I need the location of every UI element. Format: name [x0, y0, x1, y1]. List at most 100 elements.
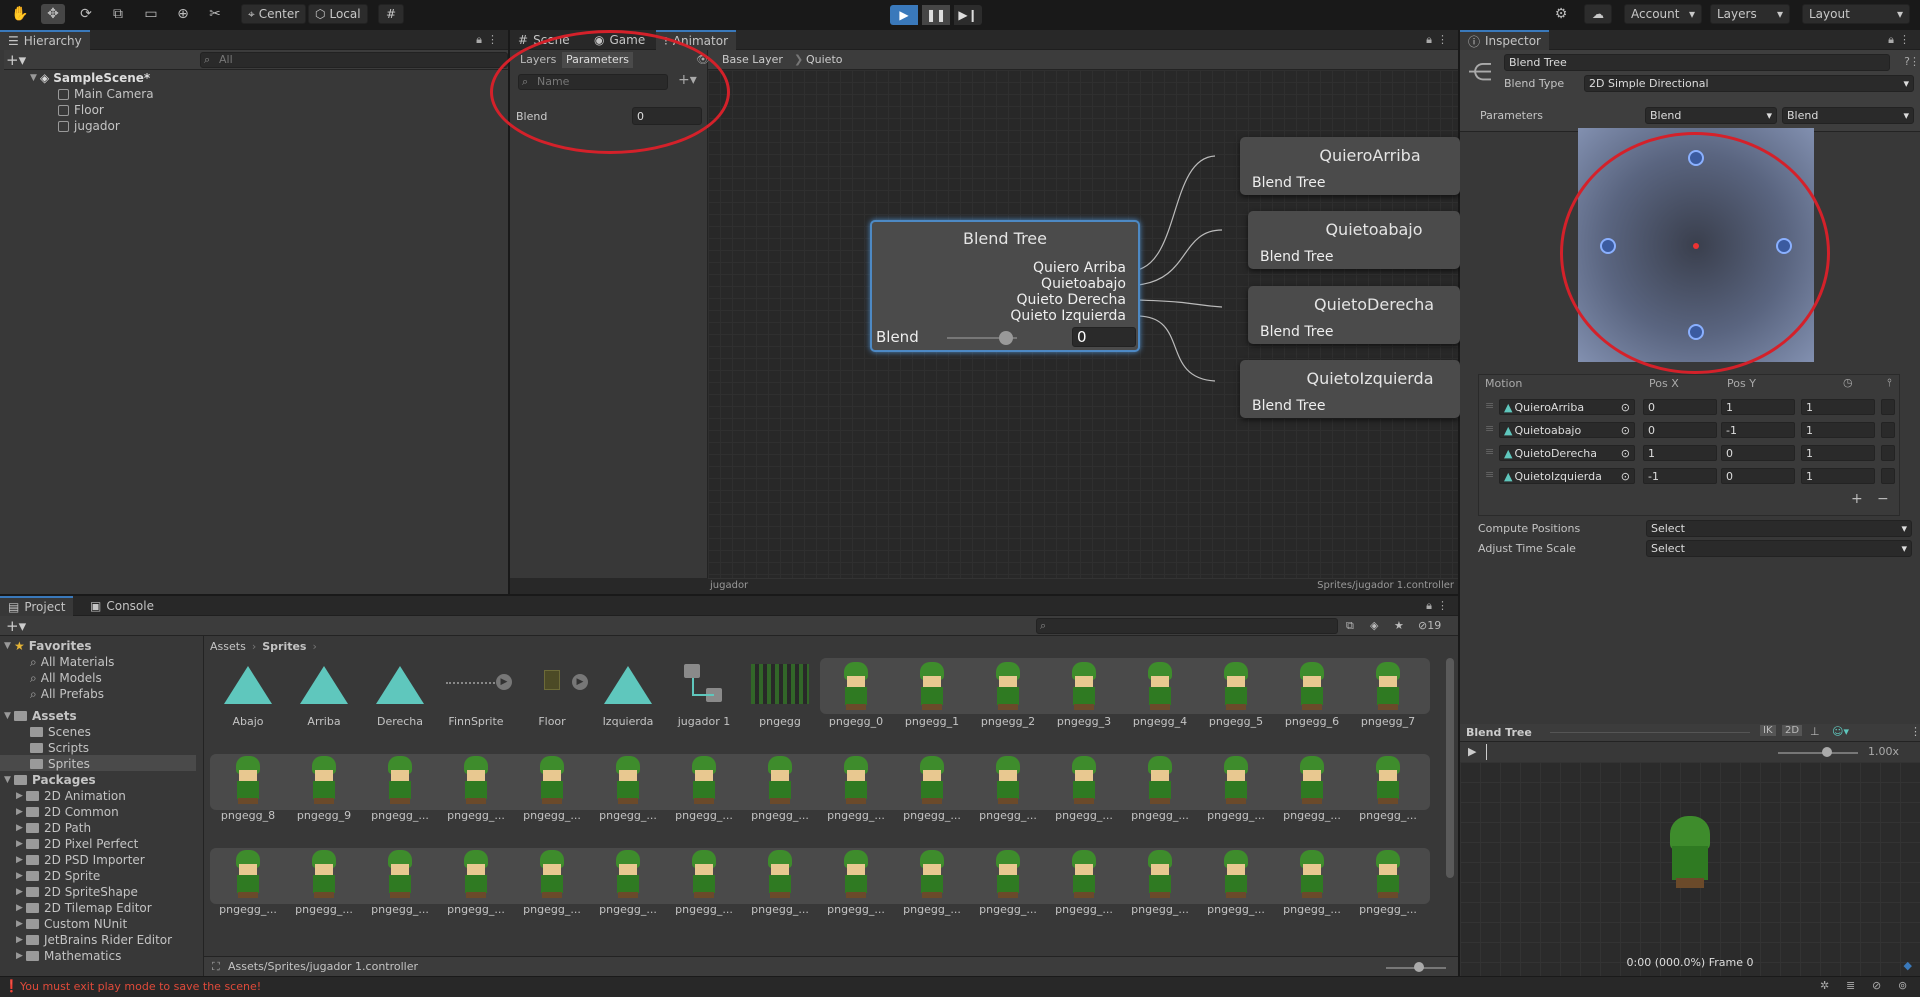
- package-item[interactable]: ▶ 2D SpriteShape: [16, 884, 138, 900]
- asset-item[interactable]: pngegg_...: [1122, 752, 1198, 822]
- speed-input[interactable]: 1: [1801, 468, 1875, 484]
- asset-item[interactable]: pngegg_...: [590, 752, 666, 822]
- timeline-cursor[interactable]: [1486, 744, 1487, 760]
- motion-field[interactable]: ▲ QuietoIzquierda ⊙: [1499, 468, 1635, 484]
- more-icon[interactable]: ⋮: [1909, 55, 1920, 68]
- asset-item[interactable]: pngegg_3: [1046, 658, 1122, 728]
- asset-item[interactable]: pngegg_...: [818, 752, 894, 822]
- table-row[interactable]: ≡ ▲ QuietoDerecha ⊙ 1 0 1: [1479, 443, 1899, 463]
- expand-arrow-icon[interactable]: ▶: [16, 855, 26, 865]
- cache-icon[interactable]: ≣: [1846, 979, 1855, 992]
- asset-item[interactable]: pngegg_6: [1274, 658, 1350, 728]
- param-x-dropdown[interactable]: Blend ▾: [1645, 107, 1777, 124]
- expand-icon[interactable]: ▶: [496, 674, 512, 690]
- asset-item[interactable]: Abajo: [210, 658, 286, 728]
- expand-icon[interactable]: ▶: [572, 674, 588, 690]
- posy-input[interactable]: 0: [1721, 468, 1795, 484]
- asset-item[interactable]: pngegg_0: [818, 658, 894, 728]
- favorite-item[interactable]: ⌕ All Models: [30, 670, 102, 686]
- package-item[interactable]: ▶ JetBrains Rider Editor: [16, 932, 172, 948]
- packages-row[interactable]: ▼ Packages: [4, 772, 96, 788]
- asset-item[interactable]: pngegg_...: [1350, 752, 1426, 822]
- asset-item[interactable]: pngegg_...: [1122, 846, 1198, 916]
- expand-arrow-icon[interactable]: ▼: [4, 775, 14, 785]
- asset-item[interactable]: jugador 1: [666, 658, 742, 728]
- posx-input[interactable]: -1: [1643, 468, 1717, 484]
- asset-item[interactable]: pngegg_...: [970, 846, 1046, 916]
- package-item[interactable]: ▶ 2D PSD Importer: [16, 852, 145, 868]
- table-row[interactable]: ≡ ▲ QuietoIzquierda ⊙ -1 0 1: [1479, 466, 1899, 486]
- icon-size-thumb[interactable]: [1414, 962, 1424, 972]
- more-icon[interactable]: ⋮: [1910, 725, 1920, 738]
- asset-item[interactable]: pngegg_...: [1046, 846, 1122, 916]
- compute-positions-dropdown[interactable]: Select ▾: [1646, 520, 1912, 537]
- tab-hierarchy[interactable]: ☰ Hierarchy: [0, 30, 90, 50]
- lock-icon[interactable]: 🔒︎: [1888, 33, 1894, 47]
- settings-icon[interactable]: ⚙: [1549, 4, 1573, 24]
- expand-arrow-icon[interactable]: ▶: [16, 791, 26, 801]
- list-item[interactable]: Floor: [58, 102, 104, 118]
- asset-item[interactable]: pngegg_...: [1046, 752, 1122, 822]
- layout-dropdown[interactable]: Layout ▾: [1802, 4, 1910, 24]
- scrollbar[interactable]: [1446, 658, 1454, 878]
- asset-item[interactable]: pngegg_...: [742, 752, 818, 822]
- list-item[interactable]: Main Camera: [58, 86, 154, 102]
- asset-item[interactable]: pngegg_...: [1350, 846, 1426, 916]
- remove-motion-icon[interactable]: −: [1877, 491, 1889, 507]
- asset-item[interactable]: pngegg_...: [210, 846, 286, 916]
- asset-item[interactable]: pngegg_...: [514, 752, 590, 822]
- param-y-dropdown[interactable]: Blend ▾: [1782, 107, 1914, 124]
- expand-arrow-icon[interactable]: ▶: [16, 823, 26, 833]
- transform-tool-icon[interactable]: ⊕: [171, 4, 195, 24]
- asset-item[interactable]: Izquierda: [590, 658, 666, 728]
- hidden-packages-icon[interactable]: ⊘19: [1418, 619, 1441, 632]
- mirror-checkbox[interactable]: [1881, 422, 1895, 438]
- asset-item[interactable]: pngegg_...: [742, 846, 818, 916]
- account-dropdown[interactable]: Account ▾: [1624, 4, 1702, 24]
- expand-arrow-icon[interactable]: ▼: [4, 641, 14, 651]
- drag-handle-icon[interactable]: ≡: [1485, 468, 1494, 481]
- 2d-button[interactable]: 2D: [1782, 725, 1803, 736]
- asset-item[interactable]: pngegg_...: [1198, 752, 1274, 822]
- expand-arrow-icon[interactable]: ▶: [16, 935, 26, 945]
- table-row[interactable]: ≡ ▲ Quietoabajo ⊙ 0 -1 1: [1479, 420, 1899, 440]
- asset-item[interactable]: pngegg_...: [666, 752, 742, 822]
- target-icon[interactable]: ⊙: [1621, 470, 1630, 483]
- pivot-icon[interactable]: ⊥: [1810, 725, 1820, 738]
- blend-tree-node[interactable]: Blend Tree Quiero Arriba Quietoabajo Qui…: [870, 220, 1140, 352]
- drag-handle-icon[interactable]: ≡: [1485, 445, 1494, 458]
- drag-handle-icon[interactable]: ≡: [1485, 399, 1494, 412]
- scene-row[interactable]: ▼ ◈ SampleScene*: [30, 70, 150, 86]
- drag-handle-icon[interactable]: ≡: [1485, 422, 1494, 435]
- mirror-checkbox[interactable]: [1881, 399, 1895, 415]
- asset-item[interactable]: pngegg_...: [286, 846, 362, 916]
- asset-item[interactable]: ▶ Floor: [514, 658, 590, 728]
- rect-tool-icon[interactable]: ▭: [139, 4, 163, 24]
- asset-item[interactable]: pngegg_4: [1122, 658, 1198, 728]
- folder-item[interactable]: Sprites: [30, 756, 90, 772]
- motion-node-quietoabajo[interactable]: Quietoabajo Blend Tree: [1248, 211, 1460, 269]
- asset-item[interactable]: pngegg_...: [970, 752, 1046, 822]
- asset-item[interactable]: pngegg_...: [1274, 846, 1350, 916]
- expand-arrow-icon[interactable]: ▼: [4, 711, 14, 721]
- filter-type-icon[interactable]: ⧉: [1346, 619, 1354, 633]
- assets-row[interactable]: ▼ Assets: [4, 708, 77, 724]
- asset-item[interactable]: pngegg_...: [894, 752, 970, 822]
- favorite-item[interactable]: ⌕ All Materials: [30, 654, 114, 670]
- favorite-item[interactable]: ⌕ All Prefabs: [30, 686, 104, 702]
- package-item[interactable]: ▶ 2D Path: [16, 820, 91, 836]
- posy-input[interactable]: -1: [1721, 422, 1795, 438]
- target-icon[interactable]: ⊙: [1621, 447, 1630, 460]
- tab-console[interactable]: ▣ Console: [82, 596, 162, 616]
- target-icon[interactable]: ⊙: [1621, 401, 1630, 414]
- scale-tool-icon[interactable]: ⧉: [106, 4, 130, 24]
- expand-arrow-icon[interactable]: ▶: [16, 887, 26, 897]
- hierarchy-search-input[interactable]: All: [200, 52, 508, 68]
- package-item[interactable]: ▶ Mathematics: [16, 948, 121, 964]
- motion-node-quietoizquierda[interactable]: QuietoIzquierda Blend Tree: [1240, 360, 1460, 418]
- asset-item[interactable]: pngegg_...: [362, 846, 438, 916]
- add-motion-icon[interactable]: +: [1851, 491, 1863, 507]
- expand-arrow-icon[interactable]: ▼: [30, 73, 40, 83]
- project-search-input[interactable]: [1036, 618, 1338, 634]
- asset-item[interactable]: pngegg_...: [438, 752, 514, 822]
